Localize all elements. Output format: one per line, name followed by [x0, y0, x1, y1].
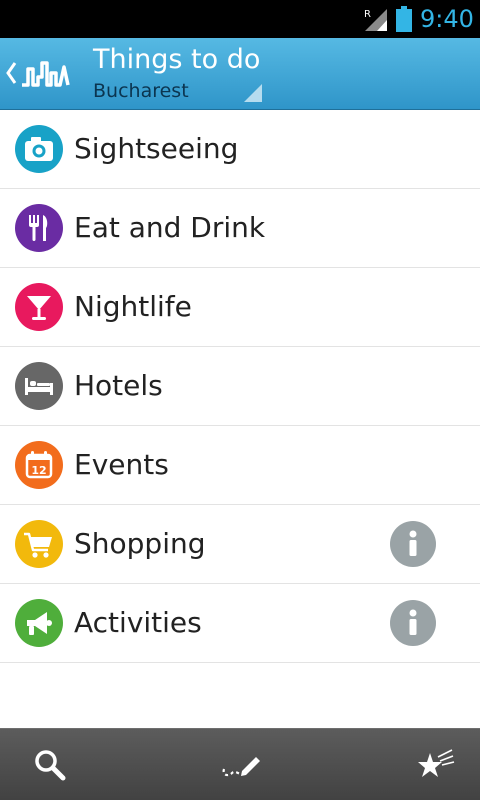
info-icon: [409, 609, 417, 635]
up-navigation-icon[interactable]: [4, 58, 18, 88]
shopping-cart-icon: [15, 520, 63, 568]
camera-icon: [15, 125, 63, 173]
list-item-events[interactable]: 12 Events: [0, 426, 480, 505]
list-item-nightlife[interactable]: Nightlife: [0, 268, 480, 347]
list-item-eat-and-drink[interactable]: Eat and Drink: [0, 189, 480, 268]
list-item-label: Events: [74, 448, 169, 481]
route-pencil-icon: [222, 757, 260, 777]
search-icon: [35, 750, 66, 781]
megaphone-icon: [15, 599, 63, 647]
page-title: Things to do: [93, 44, 261, 75]
info-icon: [409, 530, 417, 556]
list-item-hotels[interactable]: Hotels: [0, 347, 480, 426]
category-list: Sightseeing Eat and Drink Nightlife Hote…: [0, 110, 480, 663]
info-button[interactable]: [390, 600, 436, 646]
list-item-label: Nightlife: [74, 290, 192, 323]
info-button[interactable]: [390, 521, 436, 567]
stars-icon: [418, 749, 455, 777]
bed-icon: [15, 362, 63, 410]
dropdown-corner-icon[interactable]: [242, 82, 262, 102]
fork-knife-icon: [15, 204, 63, 252]
battery-icon: [396, 6, 412, 32]
list-item-label: Shopping: [74, 527, 206, 560]
favorites-button[interactable]: [384, 729, 480, 800]
signal-roaming-icon: R: [364, 9, 387, 31]
calendar-icon: 12: [15, 441, 63, 489]
status-time: 9:40: [420, 5, 474, 33]
search-button[interactable]: [0, 729, 100, 800]
list-item-label: Eat and Drink: [74, 211, 266, 244]
list-item-label: Sightseeing: [74, 132, 239, 165]
svg-text:R: R: [364, 9, 371, 20]
status-bar: R 9:40: [0, 0, 480, 38]
cocktail-icon: [15, 283, 63, 331]
list-item-activities[interactable]: Activities: [0, 584, 480, 663]
list-item-sightseeing[interactable]: Sightseeing: [0, 110, 480, 189]
action-bar: Things to do Bucharest: [0, 38, 480, 110]
list-item-label: Hotels: [74, 369, 163, 402]
calendar-date-text: 12: [31, 464, 46, 477]
route-planner-button[interactable]: [190, 729, 290, 800]
city-subtitle[interactable]: Bucharest: [93, 80, 189, 102]
bottom-toolbar: [0, 728, 480, 800]
city-skyline-logo-icon[interactable]: [20, 55, 70, 93]
list-item-shopping[interactable]: Shopping: [0, 505, 480, 584]
list-item-label: Activities: [74, 606, 202, 639]
